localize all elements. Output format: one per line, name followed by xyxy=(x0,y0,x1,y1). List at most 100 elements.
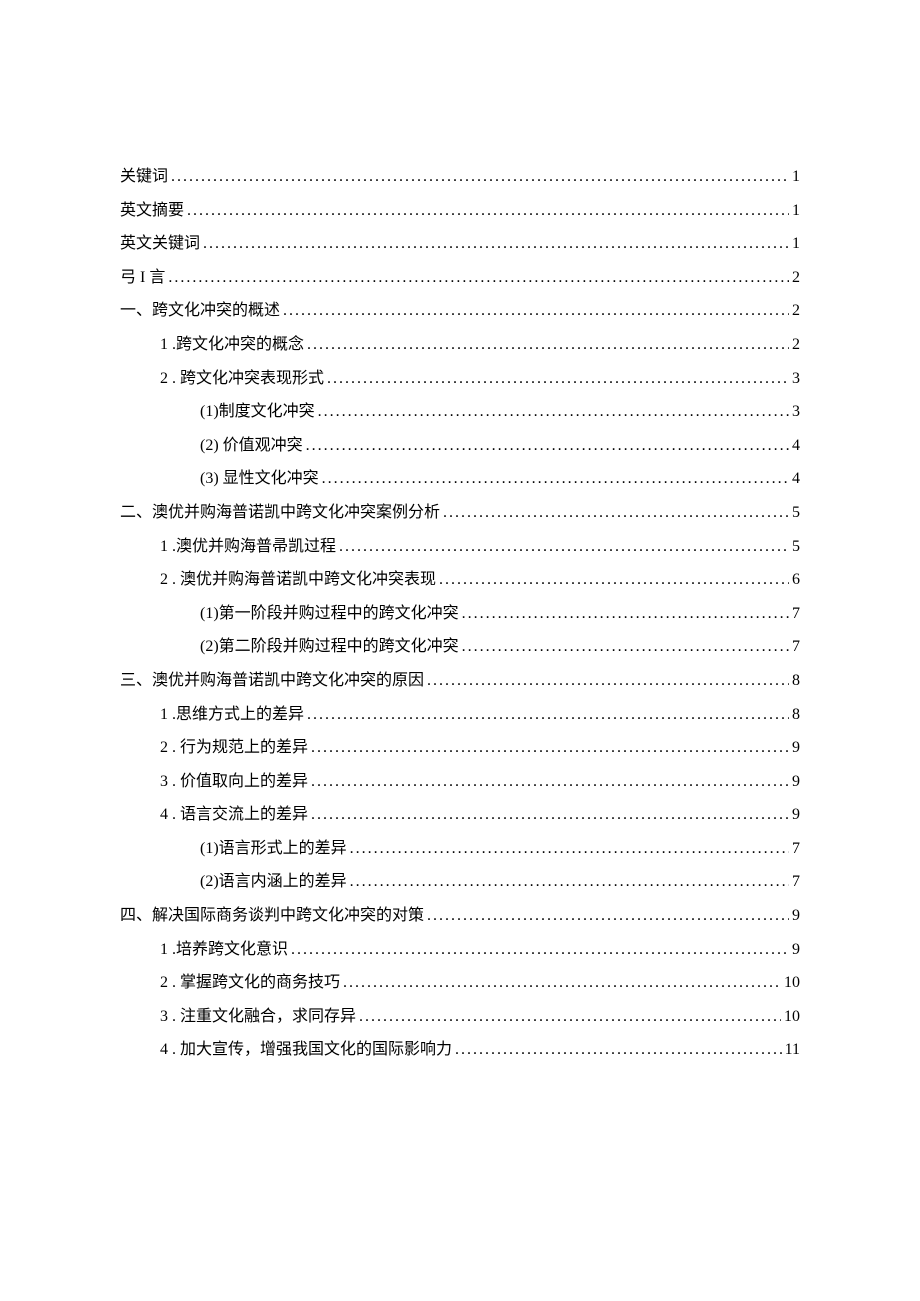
toc-entry: 2 . 行为规范上的差异 9 xyxy=(120,731,800,765)
toc-page-number: 5 xyxy=(792,530,800,564)
toc-label: 2 . 澳优并购海普诺凯中跨文化冲突表现 xyxy=(160,563,436,597)
toc-leader-dots xyxy=(307,328,789,362)
toc-entry: 4 . 语言交流上的差异9 xyxy=(120,798,800,832)
toc-label: 1 .澳优并购海普帚凯过程 xyxy=(160,530,336,564)
toc-entry: (2)语言内涵上的差异 7 xyxy=(120,865,800,899)
toc-page-number: 11 xyxy=(785,1033,800,1067)
toc-label: (2)语言内涵上的差异 xyxy=(200,865,347,899)
toc-entry: 三、澳优并购海普诺凯中跨文化冲突的原因 8 xyxy=(120,664,800,698)
toc-label: (2) 价值观冲突 xyxy=(200,429,303,463)
toc-page-number: 3 xyxy=(792,362,800,396)
toc-page-number: 10 xyxy=(784,966,800,1000)
toc-label: 二、澳优并购海普诺凯中跨文化冲突案例分析 xyxy=(120,496,440,530)
toc-page-number: 3 xyxy=(792,395,800,429)
toc-leader-dots xyxy=(311,731,789,765)
toc-label: 4 . 加大宣传，增强我国文化的国际影响力 xyxy=(160,1033,452,1067)
toc-label: 2 . 行为规范上的差异 xyxy=(160,731,308,765)
toc-page-number: 2 xyxy=(792,328,800,362)
toc-label: 一、跨文化冲突的概述 xyxy=(120,294,280,328)
toc-label: (2)第二阶段并购过程中的跨文化冲突 xyxy=(200,630,459,664)
toc-page-number: 8 xyxy=(792,664,800,698)
toc-entry: 二、澳优并购海普诺凯中跨文化冲突案例分析 5 xyxy=(120,496,800,530)
toc-label: (1)语言形式上的差异 xyxy=(200,832,347,866)
toc-label: 1 .培养跨文化意识 xyxy=(160,933,288,967)
toc-leader-dots xyxy=(462,630,789,664)
toc-label: 3 . 价值取向上的差异 xyxy=(160,765,308,799)
toc-page-number: 7 xyxy=(792,597,800,631)
toc-label: 1 .思维方式上的差异 xyxy=(160,698,304,732)
toc-entry: 1 .思维方式上的差异 8 xyxy=(120,698,800,732)
toc-leader-dots xyxy=(427,664,789,698)
toc-entry: 一、跨文化冲突的概述 2 xyxy=(120,294,800,328)
toc-page-number: 7 xyxy=(792,865,800,899)
toc-leader-dots xyxy=(306,429,789,463)
toc-entry: (3) 显性文化冲突4 xyxy=(120,462,800,496)
toc-page-number: 9 xyxy=(792,899,800,933)
toc-label: 三、澳优并购海普诺凯中跨文化冲突的原因 xyxy=(120,664,424,698)
toc-entry: (1)第一阶段并购过程中的跨文化冲突 7 xyxy=(120,597,800,631)
toc-entry: 3 . 价值取向上的差异 9 xyxy=(120,765,800,799)
toc-entry: (2) 价值观冲突4 xyxy=(120,429,800,463)
toc-leader-dots xyxy=(327,362,789,396)
toc-entry: 英文关键词 1 xyxy=(120,227,800,261)
toc-leader-dots xyxy=(203,227,789,261)
toc-page-number: 1 xyxy=(792,160,800,194)
toc-entry: 2 . 澳优并购海普诺凯中跨文化冲突表现 6 xyxy=(120,563,800,597)
toc-entry: (2)第二阶段并购过程中的跨文化冲突 7 xyxy=(120,630,800,664)
toc-leader-dots xyxy=(187,194,789,228)
toc-label: 2 . 跨文化冲突表现形式 xyxy=(160,362,324,396)
toc-entry: 1 .澳优并购海普帚凯过程 5 xyxy=(120,530,800,564)
toc-page-number: 7 xyxy=(792,832,800,866)
toc-label: (1)制度文化冲突 xyxy=(200,395,315,429)
toc-label: 英文摘要 xyxy=(120,194,184,228)
toc-leader-dots xyxy=(311,798,789,832)
toc-entry: 弓 I 言2 xyxy=(120,261,800,295)
toc-label: 关键词 xyxy=(120,160,168,194)
toc-entry: (1)制度文化冲突 3 xyxy=(120,395,800,429)
toc-entry: 3 . 注重文化融合，求同存异 10 xyxy=(120,1000,800,1034)
toc-page-number: 2 xyxy=(792,294,800,328)
toc-label: 1 .跨文化冲突的概念 xyxy=(160,328,304,362)
toc-page-number: 9 xyxy=(792,933,800,967)
toc-leader-dots xyxy=(350,865,789,899)
toc-page-number: 6 xyxy=(792,563,800,597)
toc-leader-dots xyxy=(350,832,789,866)
toc-label: 英文关键词 xyxy=(120,227,200,261)
toc-page-number: 5 xyxy=(792,496,800,530)
toc-page: { "entries": [ { "level": 0, "label": "关… xyxy=(0,0,920,1301)
toc-leader-dots xyxy=(307,698,789,732)
toc-page-number: 9 xyxy=(792,765,800,799)
toc-leader-dots xyxy=(443,496,789,530)
toc-entry: 4 . 加大宣传，增强我国文化的国际影响力 11 xyxy=(120,1033,800,1067)
toc-entry: 2 . 掌握跨文化的商务技巧 10 xyxy=(120,966,800,1000)
toc-page-number: 1 xyxy=(792,194,800,228)
toc-page-number: 9 xyxy=(792,731,800,765)
toc-label: (3) 显性文化冲突 xyxy=(200,462,319,496)
toc-label: 四、解决国际商务谈判中跨文化冲突的对策 xyxy=(120,899,424,933)
toc-leader-dots xyxy=(339,530,789,564)
toc-container: 关键词1英文摘要1英文关键词1弓 I 言2一、跨文化冲突的概述21 .跨文化冲突… xyxy=(120,160,800,1067)
toc-leader-dots xyxy=(171,160,789,194)
toc-page-number: 1 xyxy=(792,227,800,261)
toc-label: 2 . 掌握跨文化的商务技巧 xyxy=(160,966,340,1000)
toc-entry: 1 .跨文化冲突的概念 2 xyxy=(120,328,800,362)
toc-page-number: 10 xyxy=(784,1000,800,1034)
toc-page-number: 9 xyxy=(792,798,800,832)
toc-entry: 1 .培养跨文化意识 9 xyxy=(120,933,800,967)
toc-entry: 四、解决国际商务谈判中跨文化冲突的对策 9 xyxy=(120,899,800,933)
toc-entry: (1)语言形式上的差异 7 xyxy=(120,832,800,866)
toc-entry: 2 . 跨文化冲突表现形式 3 xyxy=(120,362,800,396)
toc-label: 3 . 注重文化融合，求同存异 xyxy=(160,1000,356,1034)
toc-leader-dots xyxy=(168,261,789,295)
toc-label: 弓 I 言 xyxy=(120,261,165,295)
toc-leader-dots xyxy=(427,899,789,933)
toc-leader-dots xyxy=(455,1033,782,1067)
toc-label: (1)第一阶段并购过程中的跨文化冲突 xyxy=(200,597,459,631)
toc-leader-dots xyxy=(283,294,789,328)
toc-leader-dots xyxy=(462,597,789,631)
toc-leader-dots xyxy=(322,462,789,496)
toc-page-number: 7 xyxy=(792,630,800,664)
toc-page-number: 8 xyxy=(792,698,800,732)
toc-leader-dots xyxy=(291,933,789,967)
toc-leader-dots xyxy=(439,563,789,597)
